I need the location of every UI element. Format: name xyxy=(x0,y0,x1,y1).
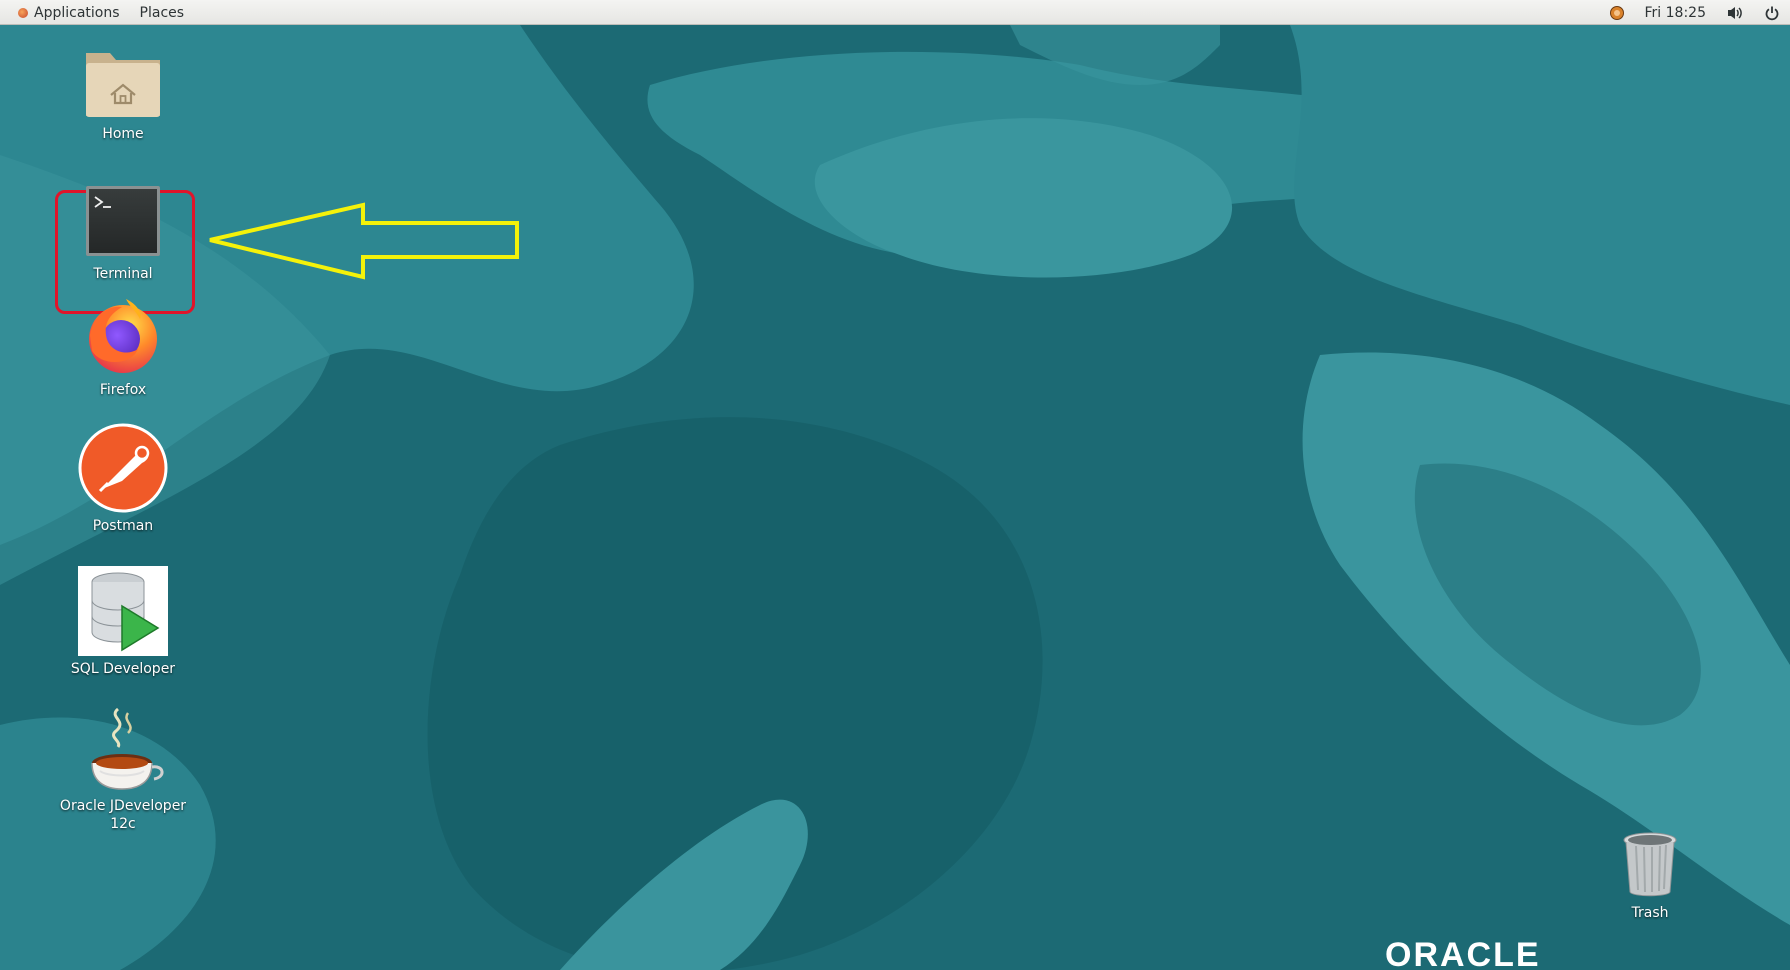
wallpaper xyxy=(0,25,1790,970)
jdeveloper-coffee-cup-icon xyxy=(91,707,164,790)
oracle-jdeveloper-label: Oracle JDeveloper 12c xyxy=(59,798,187,832)
user-indicator-icon[interactable] xyxy=(1609,5,1625,21)
sql-developer-label: SQL Developer xyxy=(70,661,176,677)
volume-icon[interactable] xyxy=(1726,5,1744,21)
firefox-desktop-icon[interactable]: Firefox xyxy=(53,295,193,399)
home-desktop-icon[interactable]: Home xyxy=(53,43,193,143)
home-folder-icon xyxy=(86,53,160,117)
postman-icon xyxy=(78,423,168,513)
terminal-desktop-icon[interactable]: Terminal xyxy=(53,183,193,283)
gnome-foot-icon xyxy=(18,7,28,18)
oracle-jdeveloper-desktop-icon[interactable]: Oracle JDeveloper 12c xyxy=(53,707,193,833)
firefox-icon xyxy=(89,299,157,373)
postman-desktop-icon[interactable]: Postman xyxy=(53,423,193,535)
desktop[interactable]: Home Terminal Firefox Postman SQL Develo… xyxy=(0,25,1790,970)
applications-menu-label: Applications xyxy=(34,4,120,21)
power-icon[interactable] xyxy=(1764,5,1780,21)
places-menu-label: Places xyxy=(139,4,185,21)
trash-icon xyxy=(1623,832,1677,897)
sql-developer-desktop-icon[interactable]: SQL Developer xyxy=(53,566,193,678)
oracle-logo: ORACLE xyxy=(1385,936,1541,970)
terminal-label: Terminal xyxy=(93,266,153,282)
sql-developer-icon xyxy=(78,566,168,656)
clock[interactable]: Fri 18:25 xyxy=(1645,5,1706,21)
places-menu[interactable]: Places xyxy=(130,0,195,25)
top-panel: Applications Places Fri 18:25 xyxy=(0,0,1790,25)
trash-label: Trash xyxy=(1631,905,1669,921)
firefox-label: Firefox xyxy=(99,382,147,398)
home-label: Home xyxy=(102,126,144,142)
terminal-icon xyxy=(86,186,160,256)
applications-menu[interactable]: Applications xyxy=(8,0,130,25)
trash-desktop-icon[interactable]: Trash xyxy=(1580,830,1720,922)
annotation-arrow xyxy=(209,202,519,280)
postman-label: Postman xyxy=(92,518,154,534)
svg-text:ORACLE: ORACLE xyxy=(1385,936,1541,970)
